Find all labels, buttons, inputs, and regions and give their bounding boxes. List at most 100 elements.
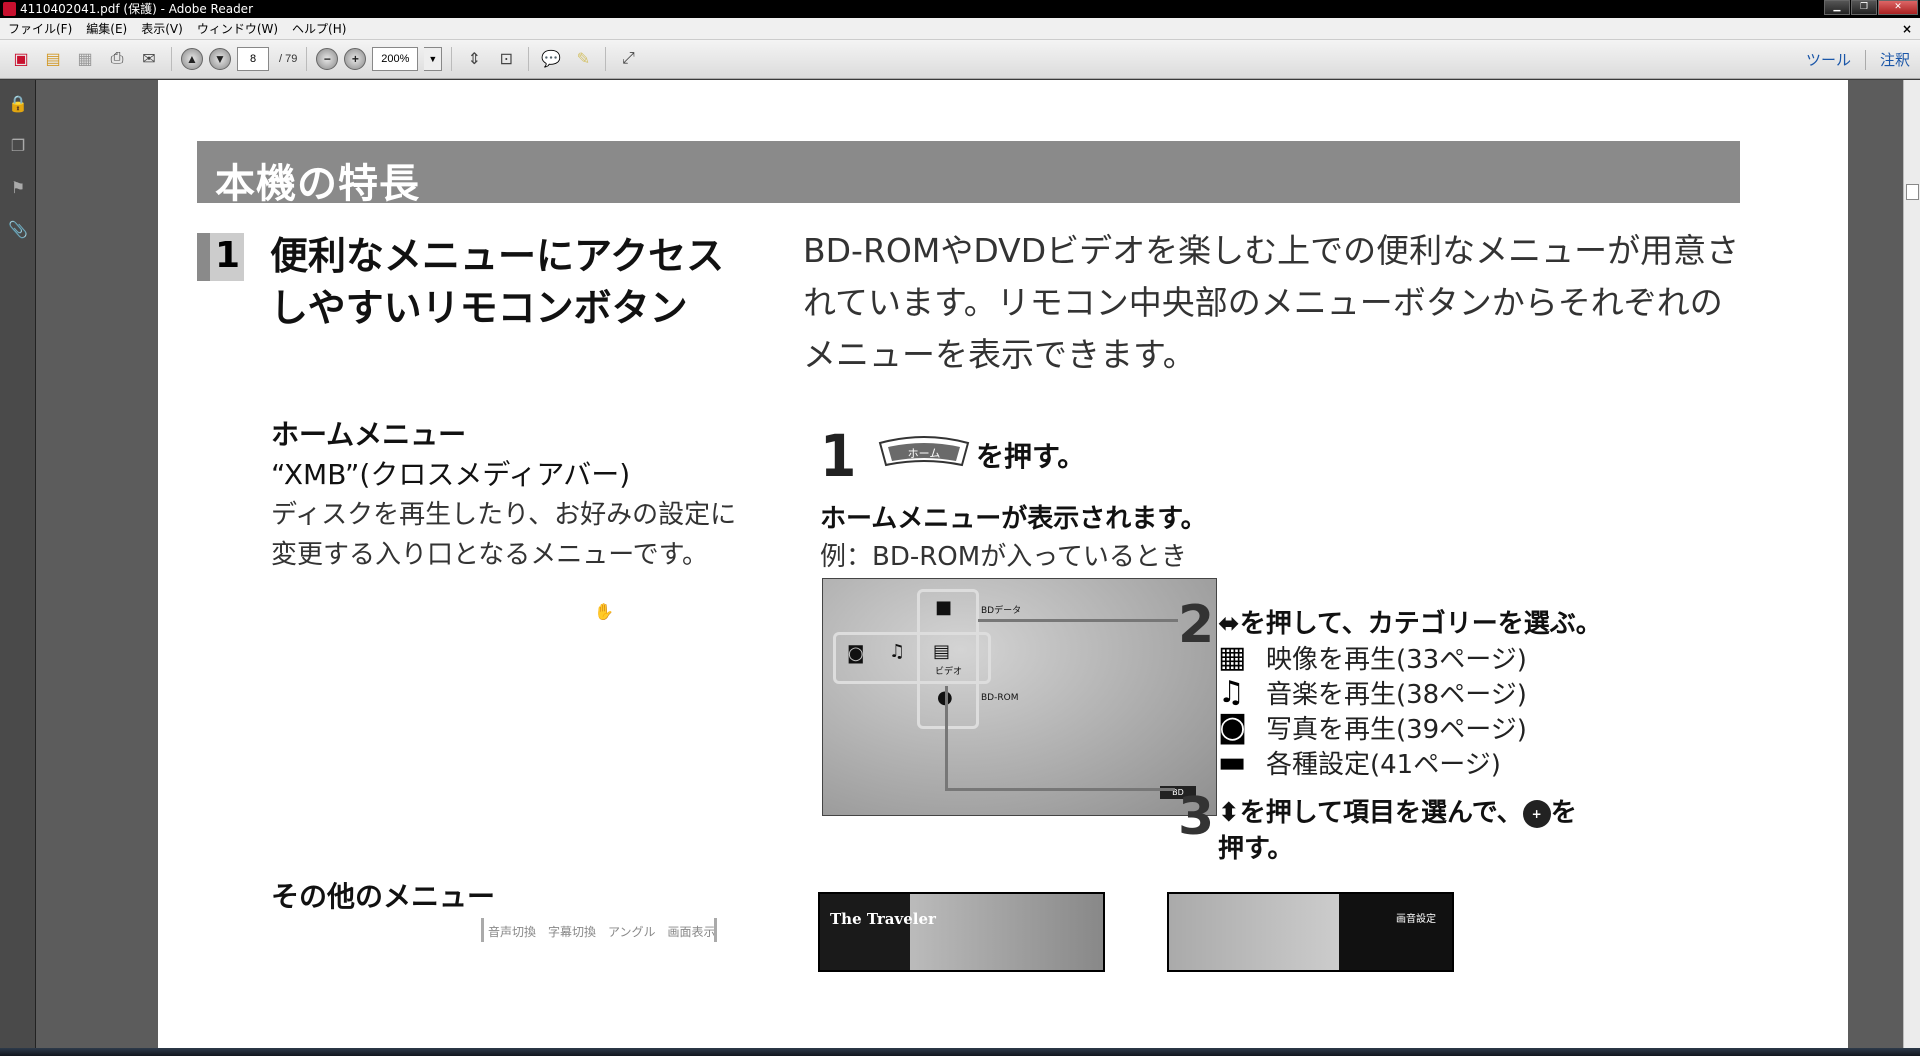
toolbar-divider [1864,49,1866,70]
home-button-label: ホーム [908,447,941,460]
home-menu-description: ディスクを再生したり、お好みの設定に変更する入り口となるメニューです。 [271,500,737,570]
tools-button[interactable]: ツール [1806,49,1851,70]
open-file-icon[interactable]: ▤ [40,46,66,72]
step-3-text: ⬍を押して項目を選んで、 + を押す。 [1218,795,1598,867]
music-icon: ♫ [889,641,906,662]
previous-page-button[interactable]: ▲ [181,48,203,70]
close-document-button[interactable]: × [1902,18,1912,40]
step-3-number: 3 [1178,787,1215,847]
fit-page-icon[interactable]: ⇕ [461,46,487,72]
next-page-button[interactable]: ▼ [209,48,231,70]
document-background [36,80,158,1048]
list-item: ▬ 各種設定(41ページ) [1218,745,1527,780]
bdrom-label: BD-ROM [981,693,1019,703]
zoom-level-input[interactable]: 200% [372,47,419,71]
menu-edit[interactable]: 編集(E) [86,18,127,39]
thumbnail-title: The Traveler [830,910,936,928]
category-label: 写真を再生(39ページ) [1266,715,1527,745]
home-menu-title: ホームメニュー [271,418,467,451]
list-item: ▦ 映像を再生(33ページ) [1218,640,1527,675]
xmb-label: “XMB”(クロスメディアバー) [271,458,631,491]
create-pdf-icon[interactable]: ▣ [8,46,34,72]
comment-icon[interactable]: 💬 [538,46,564,72]
home-menu-screenshot: ■ BDデータ ◙ ♫ ▤ ビデオ ● BD-ROM BD [822,578,1217,816]
document-background [1848,80,1903,1048]
step-2-number: 2 [1178,595,1215,655]
hand-cursor-icon: ✋ [594,602,614,621]
toolbar: ▣ ▤ ▦ ⎙ ✉ ▲ ▼ 8 / 79 − + 200% ▼ ⇕ ⊡ 💬 ✎ … [0,40,1920,79]
adobe-reader-icon [3,2,16,16]
bookmark-icon[interactable]: ⚑ [5,174,31,200]
step-1-subtext: ホームメニューが表示されます。 [820,504,1207,534]
popup-menu-thumbnail: 画音設定 [1167,892,1454,972]
zoom-dropdown-button[interactable]: ▼ [424,47,443,71]
step-1-example: 例：BD-ROMが入っているとき [820,542,1187,572]
close-window-button[interactable]: ✕ [1878,0,1918,15]
section-title: 本機の特長 [215,161,420,207]
film-icon: ▦ [1218,640,1247,675]
lock-icon[interactable]: 🔒 [5,90,31,116]
bd-data-label: BDデータ [981,606,1022,616]
category-label: 各種設定(41ページ) [1266,750,1501,780]
page-number-input[interactable]: 8 [237,47,269,71]
menu-file[interactable]: ファイル(F) [8,18,72,39]
osd-labels: 音声切換 字幕切換 アングル 画面表示 [488,925,716,939]
scrollbar-thumb[interactable] [1906,184,1919,200]
callout-line-3 [945,788,1175,791]
pdf-page: 本機の特長 1 便利なメニューにアクセスしやすいリモコンボタン BD-ROMやD… [158,80,1848,1048]
list-item: ◙ 写真を再生(39ページ) [1218,710,1527,745]
step-1-number: 1 [820,422,857,490]
toolbar-divider [306,47,308,71]
print-icon[interactable]: ⎙ [104,46,130,72]
camera-icon: ◙ [847,643,865,664]
toolbar-divider [605,47,607,71]
pages-icon[interactable]: ❐ [5,132,31,158]
cut-off-text [798,80,830,96]
home-button-icon: ホーム [878,436,970,467]
category-list: ▦ 映像を再生(33ページ) ♫ 音楽を再生(38ページ) ◙ 写真を再生(39… [1218,640,1527,780]
intro-paragraph: BD-ROMやDVDビデオを楽しむ上での便利なメニューが用意されています。リモコ… [803,231,1740,374]
list-item: ♫ 音楽を再生(38ページ) [1218,675,1527,710]
thumbnail-label: 画音設定 [1396,914,1436,925]
toolbar-divider [171,47,172,71]
highlight-icon[interactable]: ✎ [570,46,596,72]
film-icon: ▤ [933,641,951,662]
minimize-button[interactable]: ▁ [1824,0,1850,15]
taskbar [0,1048,1920,1056]
full-screen-icon[interactable]: ⤢ [615,46,641,72]
window-title: 4110402041.pdf (保護) - Adobe Reader [20,2,253,16]
music-icon: ♫ [1218,675,1245,710]
vertical-scrollbar[interactable] [1903,80,1920,1048]
step-2-label: を押して、カテゴリーを選ぶ。 [1239,609,1602,639]
category-label: 映像を再生(33ページ) [1266,645,1527,675]
step-2-text: ⬌を押して、カテゴリーを選ぶ。 [1218,603,1602,640]
save-icon[interactable]: ▦ [72,46,98,72]
title-bar: 4110402041.pdf (保護) - Adobe Reader ▁ ❐ ✕ [0,0,1920,18]
window-controls: ▁ ❐ ✕ [1824,0,1918,15]
osd-divider [714,918,717,942]
menu-window[interactable]: ウィンドウ(W) [197,18,278,39]
up-down-arrow-icon: ⬍ [1218,798,1240,828]
feature-number: 1 [215,235,241,276]
zoom-in-button[interactable]: + [344,48,367,70]
comment-button[interactable]: 注釈 [1880,49,1910,70]
folder-icon: ■ [935,597,953,618]
toolbar-divider [451,47,453,71]
osd-divider [481,918,484,942]
menu-help[interactable]: ヘルプ(H) [292,18,346,39]
video-label: ビデオ [935,667,963,677]
feature-number-box: 1 [197,233,244,281]
fit-width-icon[interactable]: ⊡ [493,46,519,72]
callout-line-3 [945,686,948,791]
feature-title: 便利なメニューにアクセスしやすいリモコンボタン [270,234,725,330]
step-1-text: を押す。 [976,440,1086,473]
attachment-icon[interactable]: 📎 [5,216,31,242]
page-total: / 79 [279,53,298,65]
menu-view[interactable]: 表示(V) [141,18,183,39]
restore-button[interactable]: ❐ [1851,0,1877,15]
zoom-out-button[interactable]: − [316,48,339,70]
email-icon[interactable]: ✉ [136,46,162,72]
left-right-arrow-icon: ⬌ [1218,609,1240,639]
category-label: 音楽を再生(38ページ) [1266,680,1527,710]
section-header: 本機の特長 [197,141,1740,207]
